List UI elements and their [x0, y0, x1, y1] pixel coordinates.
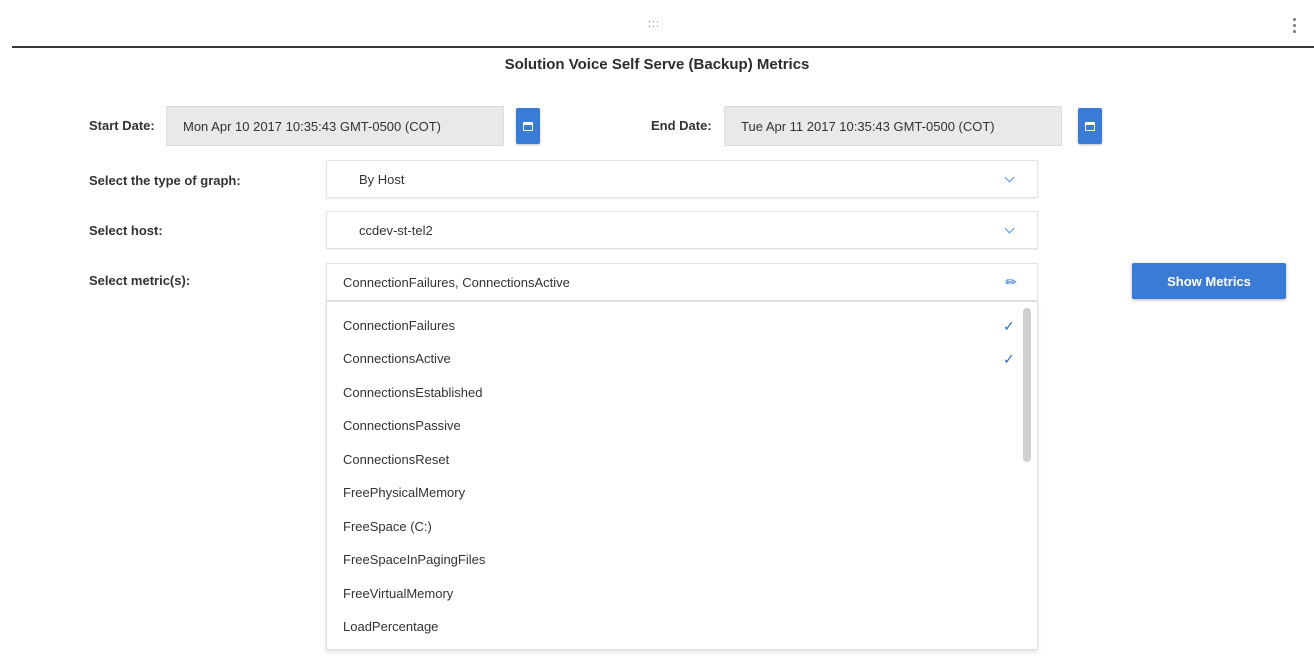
metrics-select[interactable]: ConnectionFailures, ConnectionsActive ✏	[326, 263, 1038, 301]
end-date-label: End Date:	[651, 118, 712, 133]
host-value: ccdev-st-tel2	[359, 222, 433, 238]
chevron-down-icon	[1004, 172, 1015, 183]
checkmark-icon: ✓	[1003, 318, 1015, 334]
metric-option-label: ConnectionsActive	[343, 351, 451, 366]
calendar-icon	[1085, 121, 1095, 131]
metric-option-label: FreePhysicalMemory	[343, 485, 466, 500]
metric-option[interactable]: ConnectionsActive ✓	[343, 347, 1023, 371]
drag-handle[interactable]: :::	[648, 18, 660, 30]
metrics-dropdown[interactable]: ConnectionFailures ✓ ConnectionsActive ✓…	[326, 301, 1038, 650]
metric-option[interactable]: ConnectionsPassive	[343, 414, 1023, 438]
chevron-down-icon	[1004, 223, 1015, 234]
metrics-label: Select metric(s):	[89, 273, 191, 288]
metric-option-label: ConnectionsEstablished	[343, 385, 483, 400]
metric-option[interactable]: FreeVirtualMemory	[343, 582, 1023, 606]
dropdown-scrollbar-thumb[interactable]	[1023, 308, 1031, 462]
metric-option[interactable]: ConnectionsEstablished	[343, 381, 1023, 405]
metric-option[interactable]: ConnectionsReset	[343, 448, 1023, 472]
end-date-value: Tue Apr 11 2017 10:35:43 GMT-0500 (COT)	[741, 118, 995, 134]
more-options-icon[interactable]	[1292, 18, 1298, 36]
metric-option-label: FreeSpaceInPagingFiles	[343, 552, 486, 567]
start-date-label: Start Date:	[89, 118, 155, 133]
metrics-value: ConnectionFailures, ConnectionsActive	[343, 274, 570, 290]
metric-option[interactable]: FreeSpaceInPagingFiles	[343, 548, 1023, 572]
host-label: Select host:	[89, 223, 163, 238]
pencil-icon[interactable]: ✏	[1005, 274, 1017, 291]
graph-type-select[interactable]: By Host	[326, 160, 1038, 198]
metric-option[interactable]: FreeSpace (C:)	[343, 515, 1023, 539]
graph-type-label: Select the type of graph:	[89, 173, 241, 188]
checkmark-icon: ✓	[1003, 351, 1015, 367]
page-title: Solution Voice Self Serve (Backup) Metri…	[504, 56, 810, 73]
end-date-calendar-button[interactable]	[1078, 108, 1102, 144]
metric-option[interactable]: ConnectionFailures ✓	[343, 314, 1023, 338]
end-date-field[interactable]: Tue Apr 11 2017 10:35:43 GMT-0500 (COT)	[724, 106, 1062, 146]
header-divider	[12, 46, 1314, 48]
calendar-icon	[523, 121, 533, 131]
start-date-field[interactable]: Mon Apr 10 2017 10:35:43 GMT-0500 (COT)	[166, 106, 504, 146]
graph-type-value: By Host	[359, 171, 405, 187]
metric-option-label: LoadPercentage	[343, 619, 439, 634]
host-select[interactable]: ccdev-st-tel2	[326, 211, 1038, 249]
metric-option-label: ConnectionsPassive	[343, 418, 461, 433]
metric-option-label: FreeVirtualMemory	[343, 586, 454, 601]
metric-option-label: ConnectionFailures	[343, 318, 456, 333]
metric-option-label: ConnectionsReset	[343, 452, 450, 467]
start-date-value: Mon Apr 10 2017 10:35:43 GMT-0500 (COT)	[183, 118, 441, 134]
start-date-calendar-button[interactable]	[516, 108, 540, 144]
show-metrics-button[interactable]: Show Metrics	[1132, 263, 1286, 299]
metric-option[interactable]: LoadPercentage	[343, 615, 1023, 639]
metric-option[interactable]: FreePhysicalMemory	[343, 481, 1023, 505]
metric-option-label: FreeSpace (C:)	[343, 519, 432, 534]
